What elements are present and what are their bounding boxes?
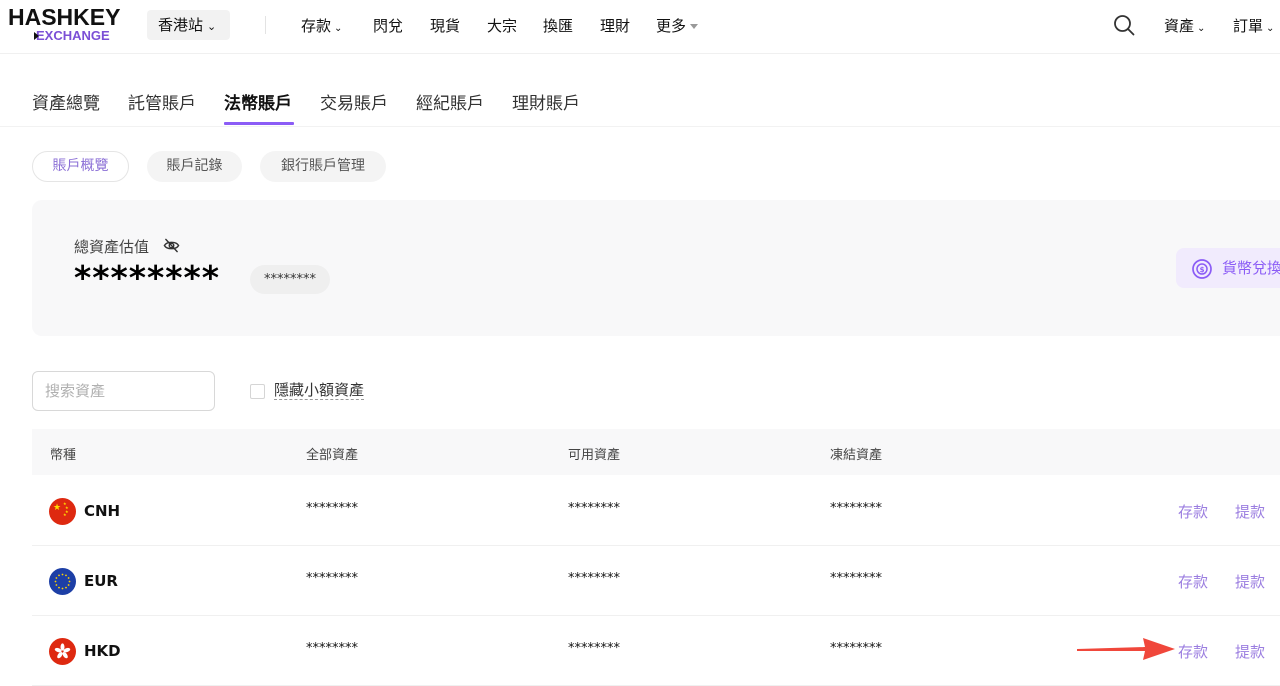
available-assets-cell: ******** [568,641,620,656]
tab-account-overview[interactable]: 賬戶概覽 [32,151,129,182]
frozen-assets-cell: ******** [830,571,882,586]
withdraw-link[interactable]: 提款 [1235,571,1265,592]
eu-flag-icon [49,568,76,595]
coins-icon: $ [1192,259,1212,279]
currency-code: CNH [84,502,121,520]
withdraw-link[interactable]: 提款 [1235,641,1265,662]
nav-block-trade[interactable]: 大宗 [487,15,517,36]
total-assets-cell: ******** [306,571,358,586]
tab-custody-account[interactable]: 託管賬戶 [128,89,196,114]
deposit-link[interactable]: 存款 [1178,641,1208,662]
chevron-down-icon: ⌄ [1197,23,1206,34]
total-assets-value: ******** [74,258,221,297]
chevron-down-icon: ⌄ [207,20,217,33]
logo-subtitle: EXCHANGE [36,28,110,43]
caret-down-icon [690,24,699,29]
chevron-down-icon: ⌄ [1266,23,1275,34]
deposit-link[interactable]: 存款 [1178,571,1208,592]
column-header-available: 可用資產 [568,448,621,463]
china-flag-icon: ★ ★ ★ ★ ★ [49,498,76,525]
available-assets-cell: ******** [568,571,620,586]
frozen-assets-cell: ******** [830,501,882,516]
svg-text:★: ★ [63,512,67,517]
currency-exchange-label: 貨幣兌換 [1222,259,1280,277]
hide-small-assets-label: 隱藏小額資產 [274,381,365,400]
nav-orders[interactable]: 訂單 ⌄ [1233,15,1274,36]
total-assets-cell: ******** [306,641,358,656]
nav-assets[interactable]: 資產 ⌄ [1164,15,1205,36]
total-assets-secondary-value: ******** [250,265,330,294]
available-assets-cell: ******** [568,501,620,516]
total-assets-label: 總資產估值 [74,238,150,256]
site-label: 香港站 [158,16,204,34]
site-selector[interactable]: 香港站 ⌄ [147,10,230,40]
tab-earn-account[interactable]: 理財賬戶 [512,89,580,114]
nav-spot[interactable]: 現貨 [430,15,460,36]
hashkey-logo[interactable]: HASHKEY EXCHANGE [8,5,120,43]
account-tabs: 資產總覽 託管賬戶 法幣賬戶 交易賬戶 經紀賬戶 理財賬戶 [0,54,1280,126]
total-assets-card: 總資產估值 ******** ******** $ 貨幣兌換 [32,200,1280,336]
nav-convert[interactable]: 閃兌 [373,15,403,36]
chevron-down-icon: ⌄ [334,23,343,34]
currency-exchange-button[interactable]: $ 貨幣兌換 [1176,248,1280,288]
nav-earn[interactable]: 理財 [600,15,630,36]
column-header-total: 全部資產 [306,448,359,463]
currency-code: HKD [84,642,121,660]
total-assets-cell: ******** [306,501,358,516]
nav-fx[interactable]: 換匯 [543,15,573,36]
tab-fiat-account[interactable]: 法幣賬戶 [224,89,292,114]
hide-small-assets-checkbox[interactable] [250,384,265,399]
assets-table-header: 幣種 全部資產 可用資產 凍結資產 [32,429,1280,475]
divider [265,16,266,34]
nav-deposit[interactable]: 存款 ⌄ [301,15,342,36]
logo-wordmark: HASHKEY [8,4,121,30]
eye-off-icon[interactable] [163,237,180,254]
nav-more[interactable]: 更多 [656,15,699,36]
asset-search-input[interactable] [32,371,215,411]
hong-kong-flag-icon [49,638,76,665]
tab-broker-account[interactable]: 經紀賬戶 [416,89,484,114]
deposit-link[interactable]: 存款 [1178,501,1208,522]
search-icon[interactable] [1113,14,1135,36]
frozen-assets-cell: ******** [830,641,882,656]
svg-text:$: $ [1200,266,1205,274]
currency-code: EUR [84,572,118,590]
logo-triangle-icon [34,32,39,40]
tab-bank-account-management[interactable]: 銀行賬戶管理 [260,151,386,182]
table-row-eur: EUR ******** ******** ******** 存款 提款 [32,546,1280,616]
active-tab-indicator [224,122,294,125]
svg-text:★: ★ [53,503,61,513]
column-header-currency: 幣種 [50,448,77,463]
tab-account-records[interactable]: 賬戶記錄 [147,151,242,182]
column-header-frozen: 凍結資產 [830,448,883,463]
withdraw-link[interactable]: 提款 [1235,501,1265,522]
tab-trading-account[interactable]: 交易賬戶 [320,89,388,114]
tab-asset-overview[interactable]: 資產總覽 [32,89,100,114]
red-arrow-annotation-icon [1077,638,1175,660]
table-row-cnh: ★ ★ ★ ★ ★ CNH ******** ******** ********… [32,476,1280,546]
top-navigation-bar: HASHKEY EXCHANGE 香港站 ⌄ 存款 ⌄ 閃兌 現貨 大宗 換匯 理財… [0,0,1280,54]
divider [0,126,1280,127]
